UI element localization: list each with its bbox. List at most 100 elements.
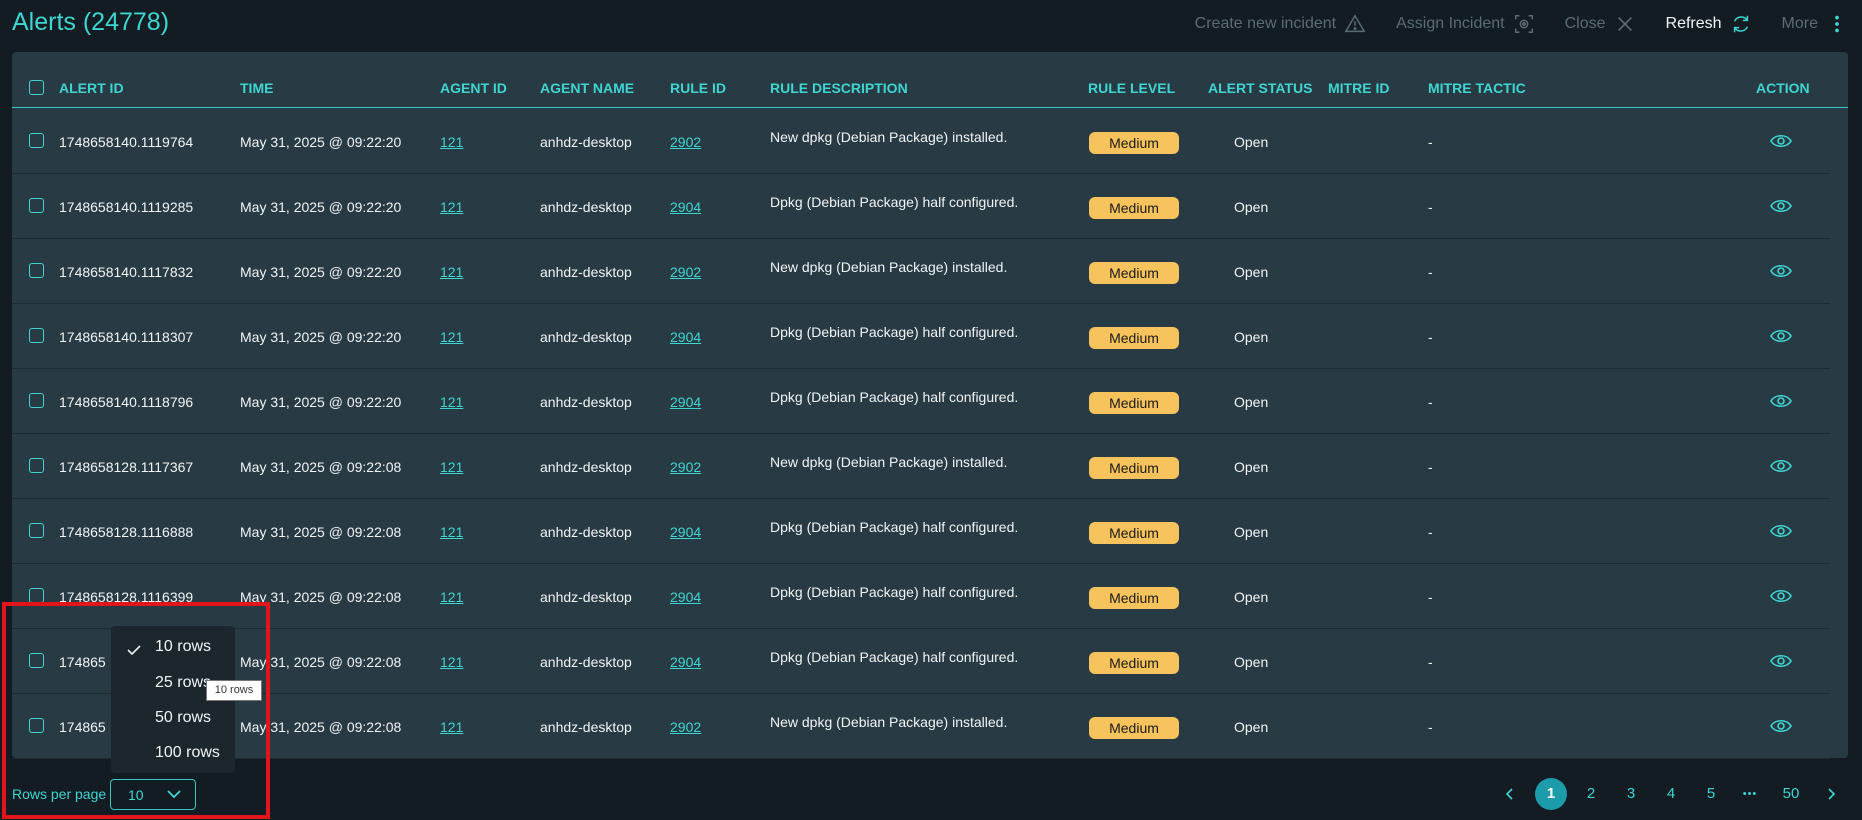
table-row[interactable]: 1748658140.1118796 May 31, 2025 @ 09:22:2… <box>12 369 1830 434</box>
page-title: Alerts (24778) <box>12 8 170 36</box>
column-header-mitre-tactic[interactable]: MITRE TACTIC <box>1428 80 1526 96</box>
table-row[interactable]: 1748658128.1116888 May 31, 2025 @ 09:22:0… <box>12 499 1830 564</box>
rule-level-badge: Medium <box>1089 717 1179 739</box>
eye-icon <box>1770 264 1792 278</box>
agent-id-link[interactable]: 121 <box>440 394 463 410</box>
rule-id-link[interactable]: 2902 <box>670 459 701 475</box>
view-alert-button[interactable] <box>1770 653 1792 669</box>
rule-id-link[interactable]: 2904 <box>670 524 701 540</box>
column-header-alert-id[interactable]: ALERT ID <box>59 80 124 96</box>
table-row[interactable]: 174865 May 31, 2025 @ 09:22:08 121 anhdz-de… <box>12 629 1830 694</box>
page-50-button[interactable]: 50 <box>1775 778 1807 810</box>
agent-id-link[interactable]: 121 <box>440 264 463 280</box>
row-checkbox[interactable] <box>29 458 44 473</box>
row-checkbox[interactable] <box>29 588 44 603</box>
row-checkbox[interactable] <box>29 263 44 278</box>
agent-id-link[interactable]: 121 <box>440 589 463 605</box>
page-3-button[interactable]: 3 <box>1615 778 1647 810</box>
agent-name-cell: anhdz-desktop <box>540 394 632 410</box>
page-5-button[interactable]: 5 <box>1695 778 1727 810</box>
column-header-mitre-id[interactable]: MITRE ID <box>1328 80 1389 96</box>
page-4-button[interactable]: 4 <box>1655 778 1687 810</box>
rule-id-link[interactable]: 2902 <box>670 719 701 735</box>
view-alert-button[interactable] <box>1770 328 1792 344</box>
rule-description-cell: New dpkg (Debian Package) installed. <box>770 259 1008 275</box>
view-alert-button[interactable] <box>1770 523 1792 539</box>
more-vertical-icon <box>1835 15 1839 33</box>
view-alert-button[interactable] <box>1770 263 1792 279</box>
time-cell: May 31, 2025 @ 09:22:08 <box>240 524 402 540</box>
page-2-button[interactable]: 2 <box>1575 778 1607 810</box>
view-alert-button[interactable] <box>1770 198 1792 214</box>
column-header-alert-status[interactable]: ALERT STATUS <box>1208 80 1312 96</box>
rule-description-cell: Dpkg (Debian Package) half configured. <box>770 194 1019 210</box>
alert-status-cell: Open <box>1234 524 1269 540</box>
mitre-tactic-cell: - <box>1428 134 1433 150</box>
view-alert-button[interactable] <box>1770 133 1792 149</box>
rule-id-link[interactable]: 2904 <box>670 394 701 410</box>
agent-id-link[interactable]: 121 <box>440 654 463 670</box>
rule-level-badge: Medium <box>1089 262 1179 284</box>
agent-id-link[interactable]: 121 <box>440 199 463 215</box>
refresh-label: Refresh <box>1665 15 1722 32</box>
rule-id-link[interactable]: 2902 <box>670 134 701 150</box>
view-alert-button[interactable] <box>1770 458 1792 474</box>
column-header-time[interactable]: TIME <box>240 80 273 96</box>
table-row[interactable]: 1748658140.1117832 May 31, 2025 @ 09:22:2… <box>12 239 1830 304</box>
column-header-rule-description[interactable]: RULE DESCRIPTION <box>770 80 908 96</box>
column-header-rule-level[interactable]: RULE LEVEL <box>1088 80 1175 96</box>
mitre-tactic-cell: - <box>1428 719 1433 735</box>
rule-id-link[interactable]: 2904 <box>670 654 701 670</box>
table-row[interactable]: 174865 May 31, 2025 @ 09:22:08 121 anhdz-de… <box>12 694 1830 759</box>
table-row[interactable]: 1748658140.1119764 May 31, 2025 @ 09:22:2… <box>12 109 1830 174</box>
row-checkbox[interactable] <box>29 133 44 148</box>
close-label: Close <box>1564 15 1606 32</box>
agent-name-cell: anhdz-desktop <box>540 719 632 735</box>
agent-id-link[interactable]: 121 <box>440 524 463 540</box>
agent-id-link[interactable]: 121 <box>440 329 463 345</box>
page-1-button[interactable]: 1 <box>1535 778 1567 810</box>
table-row[interactable]: 1748658140.1118307 May 31, 2025 @ 09:22:2… <box>12 304 1830 369</box>
rule-id-link[interactable]: 2904 <box>670 329 701 345</box>
row-checkbox[interactable] <box>29 523 44 538</box>
agent-id-link[interactable]: 121 <box>440 719 463 735</box>
eye-icon <box>1770 394 1792 408</box>
column-header-agent-name[interactable]: AGENT NAME <box>540 80 634 96</box>
next-page-button[interactable] <box>1815 778 1847 810</box>
table-row[interactable]: 1748658128.1116399 May 31, 2025 @ 09:22:0… <box>12 564 1830 629</box>
refresh-button[interactable]: Refresh <box>1666 13 1752 35</box>
view-alert-button[interactable] <box>1770 588 1792 604</box>
more-button[interactable]: More <box>1782 13 1848 35</box>
rule-level-badge: Medium <box>1089 197 1179 219</box>
view-alert-button[interactable] <box>1770 718 1792 734</box>
table-row[interactable]: 1748658140.1119285 May 31, 2025 @ 09:22:2… <box>12 174 1830 239</box>
rule-level-badge: Medium <box>1089 522 1179 544</box>
eye-icon <box>1770 459 1792 473</box>
prev-page-button[interactable] <box>1494 778 1526 810</box>
alert-status-cell: Open <box>1234 134 1269 150</box>
close-button[interactable]: Close <box>1565 13 1636 35</box>
assign-incident-button[interactable]: Assign Incident <box>1396 13 1535 35</box>
time-cell: May 31, 2025 @ 09:22:20 <box>240 264 402 280</box>
rule-id-link[interactable]: 2904 <box>670 589 701 605</box>
alert-status-cell: Open <box>1234 589 1269 605</box>
table-row[interactable]: 1748658128.1117367 May 31, 2025 @ 09:22:0… <box>12 434 1830 499</box>
row-checkbox[interactable] <box>29 198 44 213</box>
select-all-checkbox[interactable] <box>29 80 44 95</box>
agent-id-link[interactable]: 121 <box>440 134 463 150</box>
column-header-rule-id[interactable]: RULE ID <box>670 80 726 96</box>
rule-id-link[interactable]: 2904 <box>670 199 701 215</box>
row-checkbox[interactable] <box>29 328 44 343</box>
rule-description-cell: New dpkg (Debian Package) installed. <box>770 129 1008 145</box>
create-incident-button[interactable]: Create new incident <box>1195 13 1366 35</box>
view-alert-button[interactable] <box>1770 393 1792 409</box>
rule-id-link[interactable]: 2902 <box>670 264 701 280</box>
column-header-agent-id[interactable]: AGENT ID <box>440 80 507 96</box>
alert-status-cell: Open <box>1234 654 1269 670</box>
row-checkbox[interactable] <box>29 393 44 408</box>
eye-icon <box>1770 719 1792 733</box>
alert-status-cell: Open <box>1234 329 1269 345</box>
agent-id-link[interactable]: 121 <box>440 459 463 475</box>
agent-name-cell: anhdz-desktop <box>540 654 632 670</box>
time-cell: May 31, 2025 @ 09:22:20 <box>240 199 402 215</box>
